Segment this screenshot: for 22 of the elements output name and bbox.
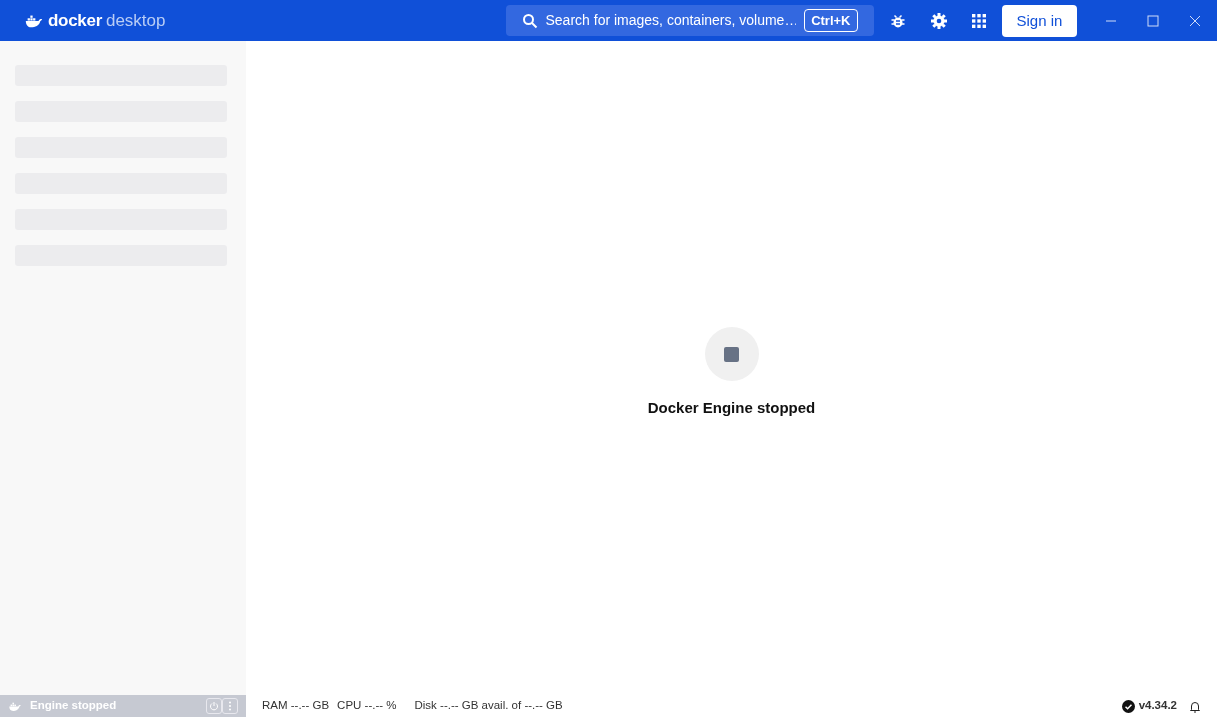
maximize-icon[interactable]: [1147, 14, 1159, 27]
bug-icon[interactable]: [889, 12, 906, 29]
more-icon: [228, 701, 232, 711]
apps-grid-icon[interactable]: [971, 13, 986, 28]
version-label: v4.34.2: [1138, 698, 1177, 714]
engine-status: Engine stopped: [30, 698, 117, 714]
disk-usage: Disk --.-- GB avail. of --.-- GB: [414, 698, 563, 714]
shortcut-key: Ctrl+K: [804, 8, 858, 33]
settings-icon[interactable]: [929, 11, 948, 30]
stop-icon: [724, 346, 739, 362]
search-icon: [521, 12, 538, 29]
close-icon[interactable]: [1189, 14, 1201, 27]
check-circle-icon: [1121, 699, 1135, 713]
power-icon: [209, 701, 219, 711]
status-message: Docker Engine stopped: [647, 398, 816, 418]
logo-text: docker: [48, 9, 102, 32]
notification-icon[interactable]: [1189, 699, 1201, 713]
cpu-usage: CPU --.-- %: [337, 698, 397, 714]
sign-in-button[interactable]: Sign in: [1001, 4, 1078, 37]
whale-icon: [8, 700, 22, 712]
ram-usage: RAM --.-- GB: [262, 698, 330, 714]
logo-text: desktop: [105, 9, 166, 32]
